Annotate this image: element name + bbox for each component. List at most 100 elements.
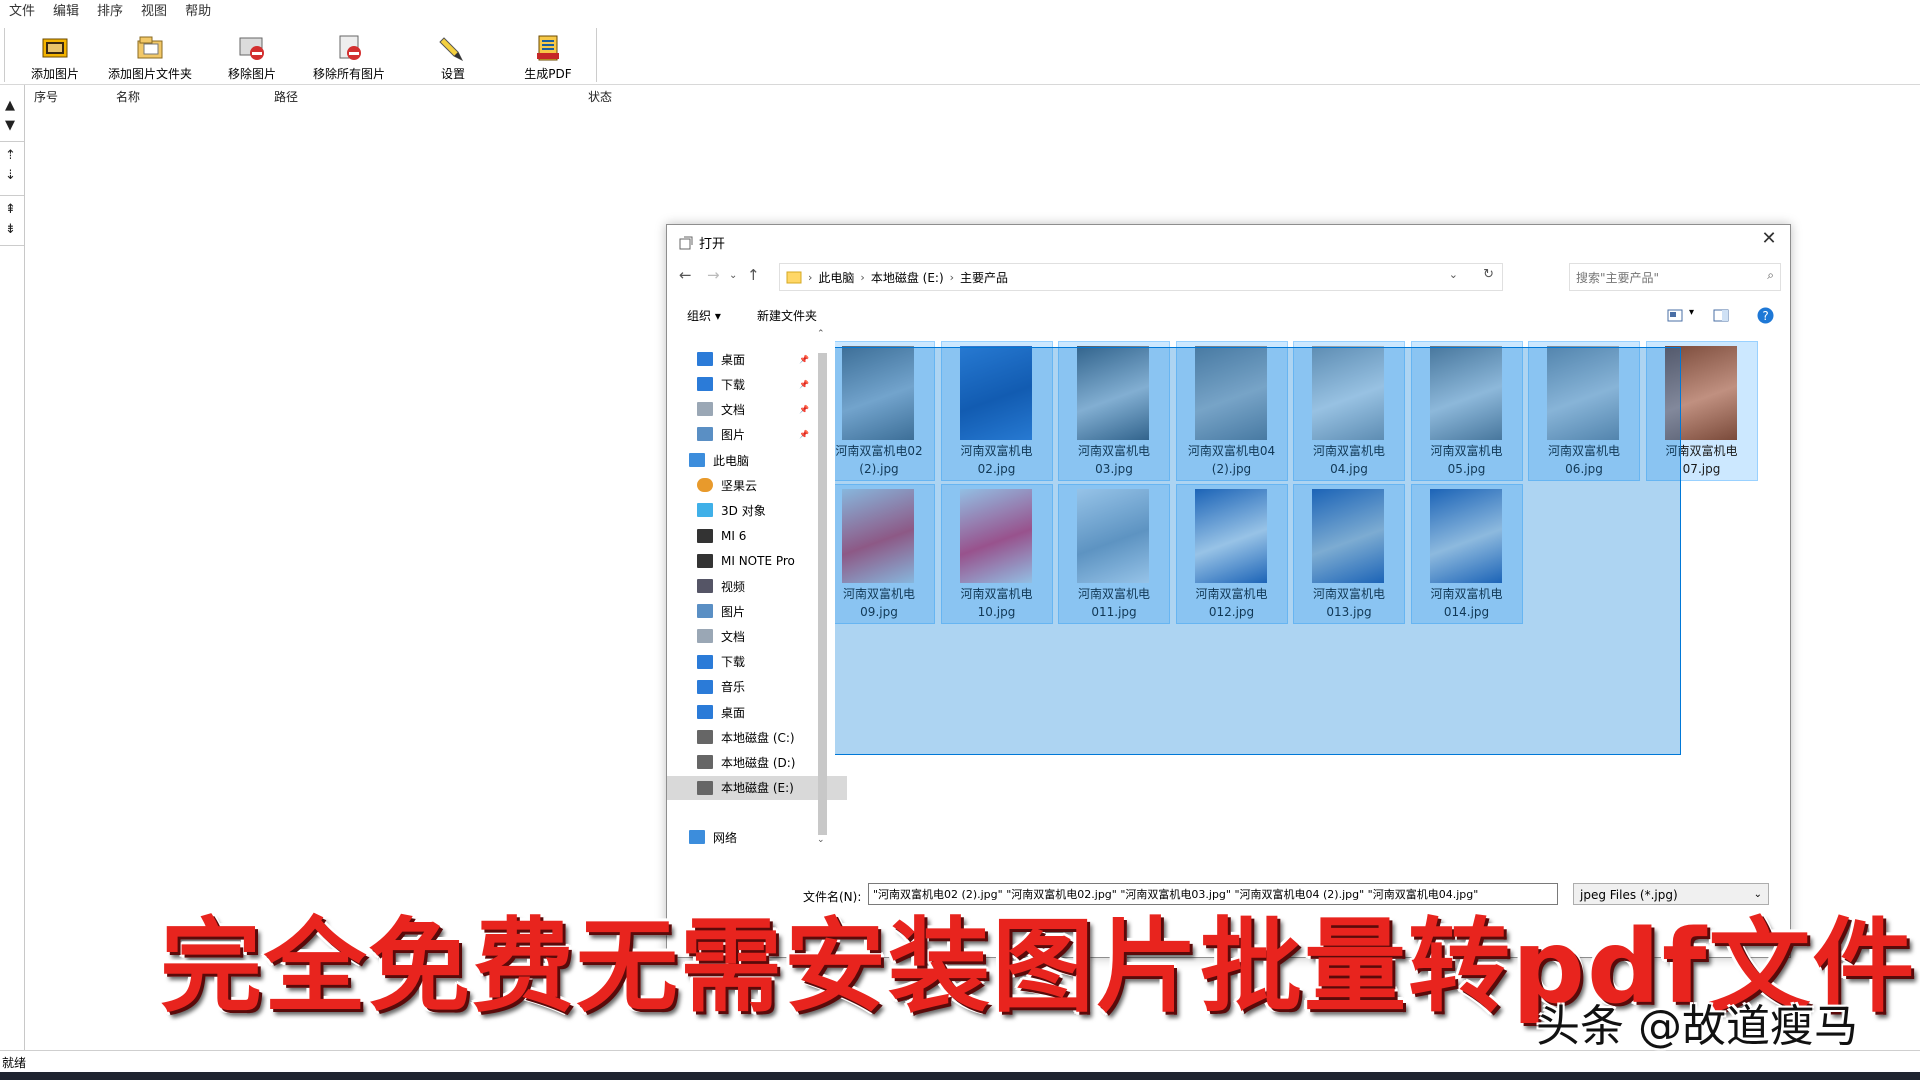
scroll-down-icon[interactable]: ⌄: [817, 835, 825, 845]
dialog-titlebar: 打开: [679, 233, 725, 252]
pc-icon: [689, 453, 705, 467]
remove-all-label: 移除所有图片: [312, 67, 385, 81]
reorder-strip: ▲ ▼ ⇡ ⇣ ⇞ ⇟: [0, 85, 25, 1050]
remove-image-button[interactable]: 移除图片: [224, 28, 280, 82]
search-icon[interactable]: ⌕: [1767, 268, 1774, 283]
col-status[interactable]: 状态: [588, 88, 612, 105]
download-icon: [697, 377, 713, 391]
remove-all-icon: [339, 35, 361, 60]
move-top-icon[interactable]: ⇡: [5, 149, 16, 163]
pin-icon: 📌: [799, 354, 809, 364]
nav-item-label: 本地磁盘 (E:): [721, 781, 794, 796]
dialog-title: 打开: [699, 237, 726, 252]
page-down-icon[interactable]: ⇟: [5, 223, 16, 237]
address-bar[interactable]: › 此电脑 › 本地磁盘 (E:) › 主要产品 ⌄ ↻: [779, 263, 1503, 291]
move-down-icon[interactable]: ▼: [5, 119, 15, 133]
preview-pane-icon[interactable]: [1713, 309, 1729, 322]
recent-dropdown-icon[interactable]: ⌄: [729, 270, 737, 281]
view-dropdown-icon[interactable]: ▾: [1689, 307, 1694, 318]
crumb-separator-icon: ›: [949, 270, 955, 284]
nav-item-label: 下载: [721, 655, 746, 670]
help-icon[interactable]: ?: [1757, 307, 1774, 324]
add-image-label: 添加图片: [30, 67, 79, 81]
crumb-drive-e[interactable]: 本地磁盘 (E:): [871, 269, 944, 286]
pin-icon: 📌: [799, 379, 809, 389]
video-icon: [697, 579, 713, 593]
download-icon: [697, 654, 713, 669]
settings-button[interactable]: 设置: [432, 28, 474, 82]
crumb-this-pc[interactable]: 此电脑: [818, 269, 854, 286]
phone-icon: [697, 553, 713, 568]
3d-icon: [697, 503, 713, 518]
generate-pdf-icon: [537, 35, 559, 61]
settings-label: 设置: [440, 67, 465, 81]
pin-icon: 📌: [799, 404, 809, 414]
nav-item-label: 图片: [721, 604, 746, 619]
nav-item-label: 下载: [721, 377, 746, 392]
page-up-icon[interactable]: ⇞: [5, 203, 16, 217]
command-bar: 组织 ▾ 新建文件夹 ▾ ?: [667, 303, 1790, 329]
watermark: 头条 @故道瘦马: [1536, 1001, 1858, 1052]
drive-icon: [697, 730, 713, 745]
pictures-icon: [697, 604, 713, 619]
strip-divider: [0, 245, 24, 246]
desktop-icon: [697, 705, 713, 719]
remove-all-button[interactable]: 移除所有图片: [308, 28, 390, 82]
menu-view[interactable]: 视图: [132, 0, 176, 24]
col-path[interactable]: 路径: [274, 88, 298, 105]
strip-divider: [0, 195, 24, 196]
remove-image-icon: [239, 37, 264, 60]
search-input[interactable]: [1574, 266, 1758, 290]
nav-item-label: 此电脑: [713, 453, 750, 468]
navigation-pane: 桌面 📌 下载 📌 文档 📌 图片 📌 此电脑 坚果云 3D 对象 MI 6 MI NOTE Pro 视频…: [667, 335, 847, 855]
add-folder-label: 添加图片文件夹: [107, 67, 192, 81]
view-mode-icon[interactable]: [1667, 309, 1683, 322]
add-folder-button[interactable]: 添加图片文件夹: [104, 28, 196, 82]
nav-item-label: 坚果云: [721, 478, 758, 493]
address-dropdown-icon[interactable]: ⌄: [1449, 268, 1458, 281]
col-name[interactable]: 名称: [116, 88, 140, 105]
menu-bar: 文件 编辑 排序 视图 帮助: [0, 0, 1920, 24]
nav-scrollbar[interactable]: ⌃ ⌄: [815, 329, 829, 851]
nav-item-label: 3D 对象: [721, 503, 766, 518]
generate-pdf-button[interactable]: 生成PDF: [520, 28, 576, 82]
toolbar-separator: [596, 28, 597, 82]
drive-icon: [697, 755, 713, 770]
crumb-separator-icon: ›: [860, 270, 865, 284]
toolbar: 添加图片 添加图片文件夹 移除图片 移除所有图片 设置 生成PDF: [0, 24, 1920, 85]
move-bottom-icon[interactable]: ⇣: [5, 169, 16, 183]
nav-item-label: 本地磁盘 (C:): [721, 730, 795, 745]
menu-help[interactable]: 帮助: [176, 0, 220, 24]
nav-item-label: 桌面: [721, 352, 746, 367]
nav-item[interactable]: 此电脑: [667, 448, 839, 472]
pictures-icon: [697, 427, 713, 441]
add-image-button[interactable]: 添加图片: [24, 28, 86, 82]
search-box[interactable]: ⌕: [1569, 263, 1781, 291]
phone-icon: [697, 528, 713, 543]
new-folder-button[interactable]: 新建文件夹: [757, 307, 817, 324]
forward-arrow-icon[interactable]: →: [707, 266, 720, 284]
add-image-icon: [42, 38, 68, 58]
generate-pdf-label: 生成PDF: [524, 67, 572, 81]
menu-sort[interactable]: 排序: [88, 0, 132, 24]
nav-item[interactable]: 网络: [667, 825, 839, 849]
refresh-icon[interactable]: ↻: [1483, 267, 1494, 282]
menu-file[interactable]: 文件: [0, 0, 44, 24]
crumb-main-products[interactable]: 主要产品: [960, 269, 1008, 286]
pin-icon: 📌: [799, 429, 809, 439]
up-arrow-icon[interactable]: ↑: [747, 266, 760, 284]
close-icon[interactable]: ✕: [1756, 228, 1782, 249]
nav-item-label: MI 6: [721, 528, 747, 543]
settings-pen-icon: [439, 37, 464, 62]
back-arrow-icon[interactable]: ←: [679, 266, 692, 284]
music-icon: [697, 679, 713, 694]
taskbar: [0, 1072, 1920, 1080]
move-up-icon[interactable]: ▲: [5, 99, 15, 113]
nav-scroll-thumb[interactable]: [818, 353, 827, 835]
document-icon: [697, 629, 713, 644]
organize-button[interactable]: 组织 ▾: [687, 307, 721, 324]
col-index[interactable]: 序号: [34, 88, 58, 105]
nav-item-label: 文档: [721, 402, 746, 417]
menu-edit[interactable]: 编辑: [44, 0, 88, 24]
scroll-up-icon[interactable]: ⌃: [817, 329, 825, 339]
